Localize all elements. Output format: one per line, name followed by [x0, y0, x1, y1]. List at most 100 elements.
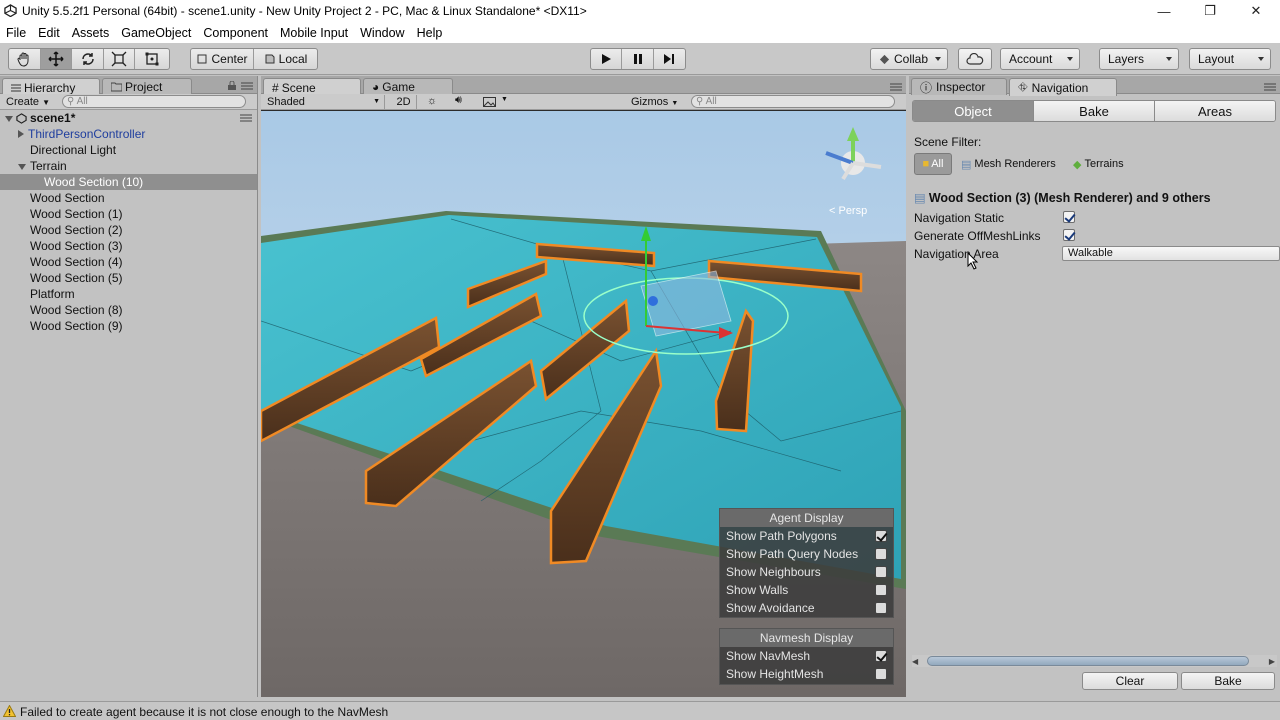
menu-mobile-input[interactable]: Mobile Input	[274, 26, 354, 40]
hierarchy-item[interactable]: Terrain	[0, 158, 257, 174]
gizmos-label: Gizmos	[631, 96, 669, 108]
hierarchy-item-label: Wood Section (8)	[30, 303, 123, 317]
rect-tool-button[interactable]	[135, 49, 169, 69]
hierarchy-item[interactable]: Wood Section (10)	[0, 174, 257, 190]
pivot-local-button[interactable]: Local	[254, 49, 317, 69]
hierarchy-search-input[interactable]: ⚲ All	[62, 95, 246, 108]
collab-icon	[879, 54, 890, 64]
restore-button[interactable]: ❐	[1187, 0, 1233, 22]
panel-menu-icon[interactable]	[1264, 82, 1276, 91]
tab-hierarchy-label: Hierarchy	[24, 80, 76, 95]
cloud-icon	[966, 53, 984, 65]
hierarchy-item[interactable]: Wood Section (9)	[0, 318, 257, 334]
hierarchy-item[interactable]: Wood Section (4)	[0, 254, 257, 270]
navigation-static-checkbox[interactable]	[1063, 211, 1075, 223]
gizmos-dropdown[interactable]: Gizmos ▼	[631, 95, 678, 109]
generate-offmeshlinks-label: Generate OffMeshLinks	[914, 229, 1041, 243]
effects-image-icon[interactable]	[483, 97, 496, 107]
mode-object-tab[interactable]: Object	[913, 101, 1034, 121]
navigation-area-dropdown[interactable]: Walkable	[1062, 246, 1280, 261]
hierarchy-item[interactable]: Wood Section (8)	[0, 302, 257, 318]
pivot-center-label: Center	[211, 52, 248, 66]
hierarchy-item-label: Wood Section	[30, 191, 105, 205]
scale-tool-button[interactable]	[104, 49, 136, 69]
agent-display-option-checkbox[interactable]	[875, 530, 887, 542]
tab-navigation[interactable]: ⛗ Navigation	[1009, 78, 1117, 96]
collab-dropdown[interactable]: Collab	[870, 48, 948, 70]
hierarchy-item[interactable]: ThirdPersonController	[0, 126, 257, 142]
pivot-center-button[interactable]: Center	[191, 49, 255, 69]
agent-display-option-checkbox[interactable]	[875, 566, 887, 578]
clear-button[interactable]: Clear	[1082, 672, 1178, 690]
account-dropdown[interactable]: Account	[1000, 48, 1080, 70]
menu-help[interactable]: Help	[411, 26, 449, 40]
tab-inspector[interactable]: ⓘ Inspector	[911, 78, 1007, 95]
hierarchy-item[interactable]: Wood Section	[0, 190, 257, 206]
panel-menu-icon[interactable]	[890, 82, 902, 91]
agent-display-option-row: Show Walls	[720, 581, 893, 599]
agent-display-option-checkbox[interactable]	[875, 584, 887, 596]
minimize-button[interactable]: —	[1141, 0, 1187, 22]
scroll-left-icon[interactable]: ◀	[912, 657, 918, 666]
bake-button[interactable]: Bake	[1181, 672, 1275, 690]
navmesh-display-option-checkbox[interactable]	[875, 650, 887, 662]
transform-tools	[8, 48, 170, 70]
menu-assets[interactable]: Assets	[66, 26, 116, 40]
scroll-right-icon[interactable]: ▶	[1269, 657, 1275, 666]
create-dropdown[interactable]: Create ▼	[6, 95, 56, 109]
scene-menu-icon[interactable]	[240, 114, 252, 122]
hierarchy-item[interactable]: Platform	[0, 286, 257, 302]
mode-bake-tab[interactable]: Bake	[1034, 101, 1155, 121]
hierarchy-item[interactable]: Wood Section (2)	[0, 222, 257, 238]
audio-toggle-icon[interactable]: 🔊︎	[455, 94, 462, 107]
menu-file[interactable]: File	[0, 26, 32, 40]
expand-arrow-icon	[5, 115, 13, 122]
layers-dropdown[interactable]: Layers	[1099, 48, 1179, 70]
step-button[interactable]	[654, 49, 685, 69]
move-tool-button[interactable]	[40, 49, 73, 69]
shading-mode-dropdown[interactable]: Shaded ▼	[267, 95, 385, 109]
tab-game-label: Game	[382, 80, 415, 94]
panel-menu-icon[interactable]	[241, 81, 253, 90]
agent-display-option-checkbox[interactable]	[875, 548, 887, 560]
scene-search-input[interactable]: ⚲ All	[691, 95, 895, 108]
mode-areas-tab[interactable]: Areas	[1155, 101, 1275, 121]
navmesh-display-option-checkbox[interactable]	[875, 668, 887, 680]
menu-edit[interactable]: Edit	[32, 26, 66, 40]
generate-offmeshlinks-checkbox[interactable]	[1063, 229, 1075, 241]
play-button[interactable]	[591, 49, 623, 69]
lock-icon[interactable]	[228, 81, 236, 90]
filter-terrains-button[interactable]: ◆ Terrains	[1073, 153, 1124, 175]
chevron-down-icon[interactable]: ▼	[501, 96, 508, 103]
mode-2d-toggle[interactable]: 2D	[391, 95, 417, 109]
tab-game[interactable]: ◕ Game	[363, 78, 453, 95]
collapse-arrow-icon[interactable]	[18, 163, 26, 170]
tab-project-label: Project	[125, 80, 163, 94]
hierarchy-item[interactable]: Wood Section (3)	[0, 238, 257, 254]
hierarchy-item[interactable]: Wood Section (1)	[0, 206, 257, 222]
filter-mesh-renderers-button[interactable]: ▤ Mesh Renderers	[961, 153, 1056, 175]
hand-tool-button[interactable]	[9, 49, 41, 69]
status-bar[interactable]: Failed to create agent because it is not…	[0, 701, 1280, 720]
expand-arrow-icon[interactable]	[18, 130, 24, 138]
agent-display-option-checkbox[interactable]	[875, 602, 887, 614]
menu-window[interactable]: Window	[354, 26, 410, 40]
menu-component[interactable]: Component	[197, 26, 274, 40]
hierarchy-item[interactable]: Wood Section (5)	[0, 270, 257, 286]
chevron-down-icon: ▼	[671, 100, 679, 107]
lighting-toggle-icon[interactable]: ☼	[427, 95, 437, 107]
horizontal-scrollbar[interactable]: ◀ ▶	[912, 655, 1277, 667]
close-button[interactable]: ✕	[1233, 0, 1279, 22]
pause-button[interactable]	[622, 49, 654, 69]
scene-viewport[interactable]: < Persp Agent Display Show Path Polygons…	[261, 111, 906, 697]
tab-project[interactable]: Project	[102, 78, 192, 95]
scrollbar-thumb[interactable]	[927, 656, 1249, 666]
filter-all-button[interactable]: ■ All	[914, 153, 952, 175]
menu-gameobject[interactable]: GameObject	[115, 26, 197, 40]
scene-root-row[interactable]: scene1*	[0, 110, 257, 126]
mouse-cursor-icon	[967, 252, 979, 270]
hierarchy-item[interactable]: Directional Light	[0, 142, 257, 158]
cloud-button[interactable]	[958, 48, 992, 70]
layout-dropdown[interactable]: Layout	[1189, 48, 1271, 70]
rotate-tool-button[interactable]	[72, 49, 104, 69]
